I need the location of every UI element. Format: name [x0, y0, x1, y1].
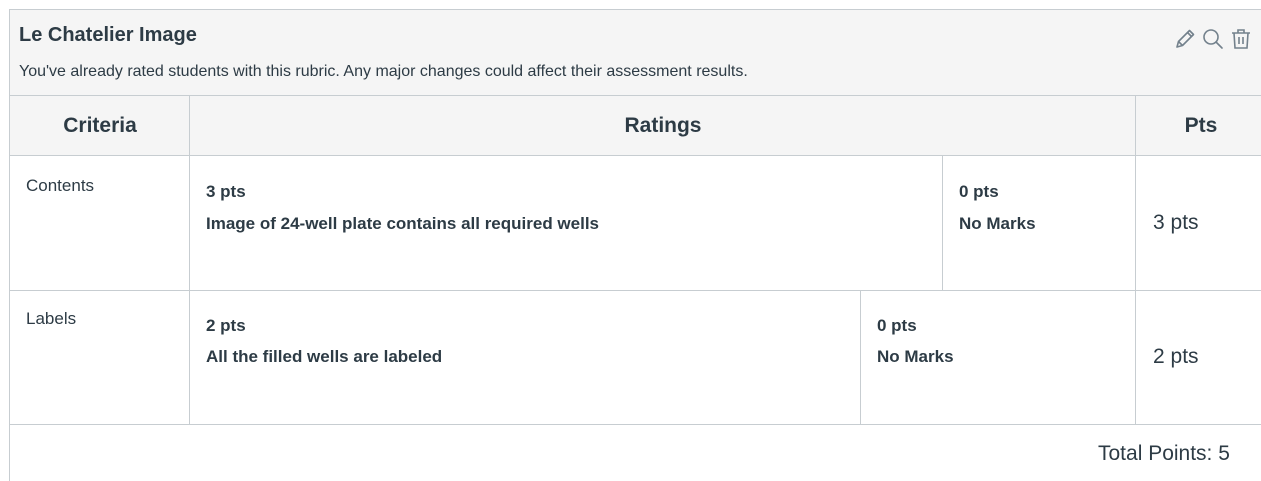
rating-points: 2 pts — [206, 316, 246, 335]
column-divider — [1135, 96, 1136, 424]
rating-divider — [942, 156, 943, 290]
criterion-name: Labels — [26, 309, 77, 328]
ratings-column-header: Ratings — [624, 113, 702, 137]
rubric-actions — [1172, 26, 1254, 52]
rubric-title: Le Chatelier Image — [19, 24, 197, 46]
rating-divider — [860, 290, 861, 424]
search-icon[interactable] — [1200, 26, 1226, 52]
rating-description: Image of 24-well plate contains all requ… — [206, 214, 600, 233]
trash-icon[interactable] — [1228, 26, 1254, 52]
rubric-header: Le Chatelier Image You've already rated … — [10, 10, 1261, 96]
criterion-points: 3 pts — [1153, 211, 1199, 234]
rating-points: 3 pts — [206, 182, 246, 201]
criterion-points: 2 pts — [1153, 345, 1199, 368]
row-divider — [10, 290, 1261, 291]
column-divider — [189, 96, 190, 424]
rubric-warning-text: You've already rated students with this … — [19, 63, 748, 80]
total-points: Total Points: 5 — [1098, 442, 1230, 465]
criterion-name: Contents — [26, 176, 95, 195]
pencil-icon[interactable] — [1172, 26, 1198, 52]
criteria-column-header: Criteria — [63, 113, 137, 137]
table-header-row: Criteria Ratings Pts — [10, 96, 1261, 156]
rating-description: No Marks — [877, 347, 954, 366]
rating-points: 0 pts — [877, 316, 917, 335]
rating-points: 0 pts — [959, 182, 999, 201]
rating-description: No Marks — [959, 214, 1036, 233]
rubric-panel: Le Chatelier Image You've already rated … — [9, 9, 1261, 481]
row-divider — [10, 424, 1261, 425]
pts-column-header: Pts — [1184, 113, 1218, 137]
rating-description: All the filled wells are labeled — [206, 347, 443, 366]
